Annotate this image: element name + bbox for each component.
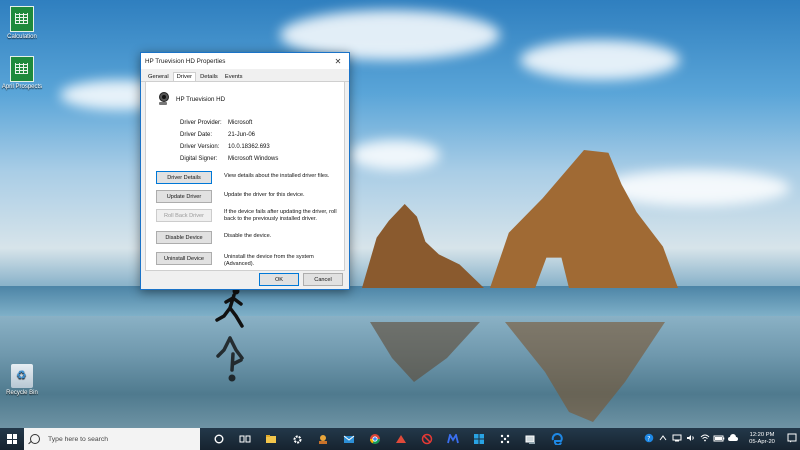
device-manager-icon[interactable] bbox=[518, 428, 544, 450]
webcam-icon bbox=[158, 92, 169, 106]
taskbar-clock[interactable]: 12:20 PM 05-Apr-20 bbox=[740, 432, 784, 446]
update-driver-button[interactable]: Update Driver bbox=[156, 190, 212, 203]
action-row: Disable Device Disable the device. bbox=[156, 231, 342, 244]
desktop-icon-label: April Prospects bbox=[1, 84, 43, 90]
chrome-icon[interactable] bbox=[362, 428, 388, 450]
cloud bbox=[350, 140, 440, 170]
action-description: Update the driver for this device. bbox=[224, 192, 305, 198]
wifi-icon[interactable] bbox=[698, 434, 712, 444]
edge-icon[interactable] bbox=[544, 428, 570, 450]
property-row: Driver Date: 21-Jun-06 bbox=[180, 129, 340, 141]
network-icon[interactable] bbox=[670, 434, 684, 444]
dialog-titlebar[interactable]: HP Truevision HD Properties ✕ bbox=[141, 53, 349, 69]
action-row: Driver Details View details about the in… bbox=[156, 171, 342, 184]
desktop-icon-label: Recycle Bin bbox=[6, 390, 38, 396]
cloud-icon[interactable] bbox=[726, 434, 740, 444]
tab-general[interactable]: General bbox=[145, 73, 172, 81]
tab-events[interactable]: Events bbox=[222, 73, 246, 81]
clock-date: 05-Apr-20 bbox=[749, 439, 775, 445]
file-explorer-icon[interactable] bbox=[258, 428, 284, 450]
windows-logo-icon bbox=[7, 434, 17, 444]
recycle-bin-icon bbox=[11, 364, 33, 388]
action-row: Update Driver Update the driver for this… bbox=[156, 190, 342, 203]
system-tray: ? 12:20 PM 05-Apr-20 bbox=[642, 428, 800, 450]
disable-device-button[interactable]: Disable Device bbox=[156, 231, 212, 244]
rock-left bbox=[362, 204, 484, 288]
property-value: 10.0.18362.693 bbox=[228, 144, 270, 150]
property-label: Driver Provider: bbox=[180, 120, 222, 126]
property-label: Driver Date: bbox=[180, 132, 213, 138]
property-row: Driver Provider: Microsoft bbox=[180, 117, 340, 129]
pinned-apps bbox=[206, 428, 570, 450]
desktop-icon-april-prospects[interactable]: April Prospects bbox=[0, 56, 44, 90]
action-description: Uninstall the device from the system (Ad… bbox=[224, 254, 314, 267]
close-icon[interactable]: ✕ bbox=[331, 57, 345, 66]
taskbar-search-box[interactable]: Type here to search bbox=[24, 428, 200, 450]
desktop-icon-label: Calculation bbox=[7, 34, 37, 40]
property-value: Microsoft Windows bbox=[228, 156, 279, 162]
search-placeholder: Type here to search bbox=[48, 435, 109, 443]
chevron-up-icon[interactable] bbox=[656, 434, 670, 444]
desktop-wallpaper: Calculation April Prospects Recycle Bin bbox=[0, 0, 800, 428]
driver-properties: Driver Provider: Microsoft Driver Date: … bbox=[180, 117, 340, 165]
help-icon[interactable]: ? bbox=[642, 433, 656, 445]
notification-icon[interactable] bbox=[784, 433, 800, 445]
mail-icon[interactable] bbox=[336, 428, 362, 450]
driver-details-button[interactable]: Driver Details bbox=[156, 171, 212, 184]
action-description: If the device fails after updating the d… bbox=[224, 209, 337, 222]
volume-icon[interactable] bbox=[684, 434, 698, 444]
svg-text:?: ? bbox=[647, 435, 650, 442]
desktop-icon-calculation[interactable]: Calculation bbox=[0, 6, 44, 40]
dialog-footer: OK Cancel bbox=[145, 273, 343, 287]
desktop-icon-recycle-bin[interactable]: Recycle Bin bbox=[0, 364, 44, 396]
device-header: HP Truevision HD bbox=[158, 92, 225, 106]
store-icon[interactable] bbox=[466, 428, 492, 450]
sea bbox=[0, 286, 800, 316]
app-icon[interactable] bbox=[492, 428, 518, 450]
property-label: Digital Signer: bbox=[180, 156, 218, 162]
runner-silhouette bbox=[215, 287, 244, 328]
property-label: Driver Version: bbox=[180, 144, 220, 150]
device-name: HP Truevision HD bbox=[176, 95, 226, 103]
ok-button[interactable]: OK bbox=[259, 273, 299, 286]
spreadsheet-icon bbox=[10, 6, 34, 32]
cancel-button[interactable]: Cancel bbox=[303, 273, 343, 286]
cloud bbox=[520, 40, 680, 80]
task-view-icon[interactable] bbox=[232, 428, 258, 450]
clock-time: 12:20 PM bbox=[749, 432, 775, 438]
app-icon[interactable] bbox=[310, 428, 336, 450]
start-button[interactable] bbox=[0, 428, 24, 450]
rock-arch bbox=[490, 150, 678, 288]
properties-dialog: HP Truevision HD Properties ✕ General Dr… bbox=[140, 52, 350, 290]
taskbar: Type here to search ? 12:20 PM 05-Apr-20 bbox=[0, 428, 800, 450]
dialog-title: HP Truevision HD Properties bbox=[145, 57, 226, 65]
driver-tab-panel: HP Truevision HD Driver Provider: Micros… bbox=[145, 81, 345, 271]
cortana-icon[interactable] bbox=[206, 428, 232, 450]
search-icon bbox=[30, 434, 40, 444]
property-row: Driver Version: 10.0.18362.693 bbox=[180, 141, 340, 153]
tab-details[interactable]: Details bbox=[197, 73, 221, 81]
blocked-icon[interactable] bbox=[414, 428, 440, 450]
runner-reflection bbox=[216, 336, 244, 382]
roll-back-driver-button[interactable]: Roll Back Driver bbox=[156, 209, 212, 222]
app-icon[interactable] bbox=[388, 428, 414, 450]
action-description: Disable the device. bbox=[224, 233, 272, 239]
action-description: View details about the installed driver … bbox=[224, 173, 330, 179]
spreadsheet-icon bbox=[10, 56, 34, 82]
property-value: 21-Jun-06 bbox=[228, 132, 256, 138]
action-row: Uninstall Device Uninstall the device fr… bbox=[156, 252, 342, 268]
app-icon[interactable] bbox=[440, 428, 466, 450]
battery-icon[interactable] bbox=[712, 434, 726, 444]
settings-icon[interactable] bbox=[284, 428, 310, 450]
property-row: Digital Signer: Microsoft Windows bbox=[180, 153, 340, 165]
property-value: Microsoft bbox=[228, 120, 253, 126]
uninstall-device-button[interactable]: Uninstall Device bbox=[156, 252, 212, 265]
action-row: Roll Back Driver If the device fails aft… bbox=[156, 209, 342, 223]
